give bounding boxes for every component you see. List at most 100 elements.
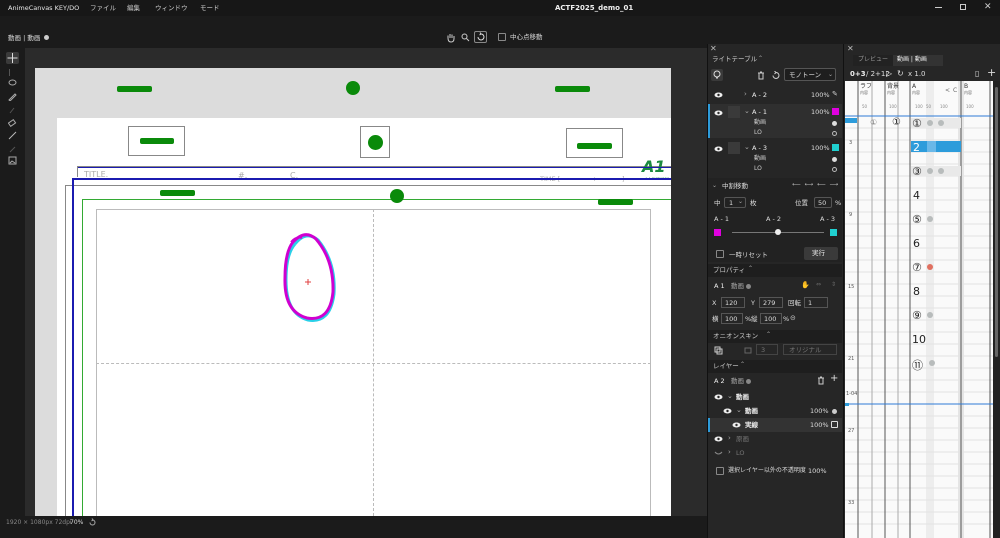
cell-value[interactable]: ⑦ [912,261,922,274]
select-tool-icon[interactable] [9,69,15,76]
expand-icon[interactable]: › [728,435,731,442]
lighttable-row-a3[interactable]: ⌄ A - 3 100% 動画 LO [708,140,842,174]
menu-file[interactable]: ファイル [90,5,116,12]
expand-icon[interactable]: › [728,449,731,456]
cell-value[interactable]: 6 [913,237,920,250]
layer-color-box[interactable] [831,421,838,428]
hand-icon[interactable] [446,32,456,43]
rotate-icon[interactable] [474,31,487,43]
link-icon[interactable]: ⊝ [790,315,796,322]
eraser-tool-icon[interactable] [8,118,17,127]
collapse-icon[interactable]: ⌄ [727,393,733,400]
tab-preview[interactable]: プレビュー [853,55,893,66]
cell-value[interactable]: 10 [912,333,926,346]
mode-select[interactable]: モノトーン ⌄ [784,68,836,81]
zoom-level[interactable]: 70% [70,520,83,526]
position-input[interactable]: 50 [814,197,832,208]
collapse-icon[interactable]: ⌄ [712,183,717,189]
eye-hidden-icon[interactable] [714,450,723,456]
eye-icon[interactable] [732,422,741,428]
onion-count-select[interactable]: 3 [756,344,778,355]
lighttable-row-a2[interactable]: › A - 2 100% ✎ [708,88,842,102]
center-move-checkbox[interactable] [498,33,506,41]
onion-icon[interactable] [714,346,723,355]
onion-mode-select[interactable]: オリジナル [783,344,837,355]
sub-layer-toggle-on[interactable] [832,157,837,162]
collapse-icon[interactable]: ⌄ [744,108,750,115]
sub-layer-toggle-off[interactable] [832,131,837,136]
cell-value[interactable]: ③ [912,165,922,178]
timeline-scroll-thumb[interactable] [995,87,998,357]
menu-mode[interactable]: モード [200,5,220,12]
collapse-icon[interactable]: ⌄ [736,407,742,414]
minimize-icon[interactable] [935,7,942,8]
menu-window[interactable]: ウィンドウ [155,5,188,12]
add-layer-icon[interactable]: + [830,374,838,384]
line-tool-icon[interactable] [8,131,17,140]
eye-icon[interactable] [714,146,723,152]
timeline-scrollbar[interactable] [993,81,1000,538]
width-input[interactable]: 100 [721,313,743,324]
brush-tool-icon[interactable] [8,105,17,114]
add-column-icon[interactable]: + [987,67,996,78]
flip-v-icon[interactable]: ⇕ [831,282,836,288]
opacity-checkbox[interactable] [716,467,724,475]
sort-icon[interactable]: ⌃ [740,362,745,368]
move-tool-icon[interactable] [6,52,19,64]
cell-value[interactable]: 2 [913,141,920,154]
lighttable-sort-icon[interactable]: ⌃ [758,56,763,62]
layer-item[interactable]: › 原画 [708,432,842,446]
layer-item[interactable]: ⌄ 動画 100% [708,404,842,418]
undo-icon[interactable] [771,71,780,80]
close-timeline-icon[interactable]: ✕ [847,45,854,53]
sub-layer-toggle-on[interactable] [832,121,837,126]
layer-toggle[interactable] [832,409,837,414]
count-select[interactable]: 1 ⌄ [724,197,746,208]
lighttable-row-a1[interactable]: ⌄ A - 1 100% 動画 LO [708,104,842,138]
layer-color-swatch[interactable] [832,108,839,115]
sort-icon[interactable]: ⌃ [766,332,771,338]
sheet-icon[interactable]: ▯ [975,70,979,78]
arrange-icons[interactable]: ⟵ ⟷ ⟵ ⟶ [792,182,839,188]
layer-item[interactable]: › LO [708,446,842,460]
y-input[interactable]: 279 [759,297,783,308]
onion-layers-icon[interactable] [744,346,753,355]
cell-value[interactable]: ⑪ [912,357,923,373]
delete-layer-icon[interactable] [817,376,825,385]
layer-opacity[interactable]: 100% [811,109,830,116]
expand-icon[interactable]: › [744,91,747,98]
playback-speed[interactable]: x 1.0 [908,71,926,78]
menu-edit[interactable]: 編集 [127,5,140,12]
lightbulb-icon[interactable] [711,69,723,81]
maximize-icon[interactable] [960,4,966,10]
layer-opacity[interactable]: 100% [810,422,829,429]
pen-tool-icon[interactable] [8,92,17,101]
eye-icon[interactable] [714,394,723,400]
timesheet[interactable]: ラフ 内容 背景 内容 A 内容 B 内容 < C 50 100 100 50 … [845,81,993,538]
cell-value[interactable]: ⑨ [912,309,922,322]
collapse-icon[interactable]: ⌄ [744,144,750,151]
hand-icon[interactable]: ✋ [801,282,810,289]
layer-opacity[interactable]: 100% [811,145,830,152]
cell-value[interactable]: ⑤ [912,213,922,226]
layer-opacity[interactable]: 100% [811,92,830,99]
layer-color-swatch[interactable] [832,144,839,151]
tab-douga[interactable]: 動画 | 動画 [893,55,943,66]
cell-value[interactable]: ① [870,119,877,127]
loop-icon[interactable]: ↻ [897,70,904,78]
eye-icon[interactable] [714,110,723,116]
fill-tool-icon[interactable] [8,144,17,153]
eye-icon[interactable] [714,436,723,442]
image-tool-icon[interactable] [8,156,17,165]
doc-tab-label[interactable]: 動画 | 動画 [8,35,40,42]
eye-icon[interactable] [714,92,723,98]
close-window-icon[interactable]: ✕ [984,3,992,12]
cell-value[interactable]: ① [892,118,901,128]
scroll-left-icon[interactable]: < [945,88,950,94]
cell-value[interactable]: 4 [913,189,920,202]
x-input[interactable]: 120 [721,297,745,308]
zoom-icon[interactable] [461,33,470,42]
pencil-icon[interactable]: ✎ [832,91,838,98]
cell-value[interactable]: ① [912,117,922,130]
close-panel-icon[interactable]: ✕ [710,45,717,53]
